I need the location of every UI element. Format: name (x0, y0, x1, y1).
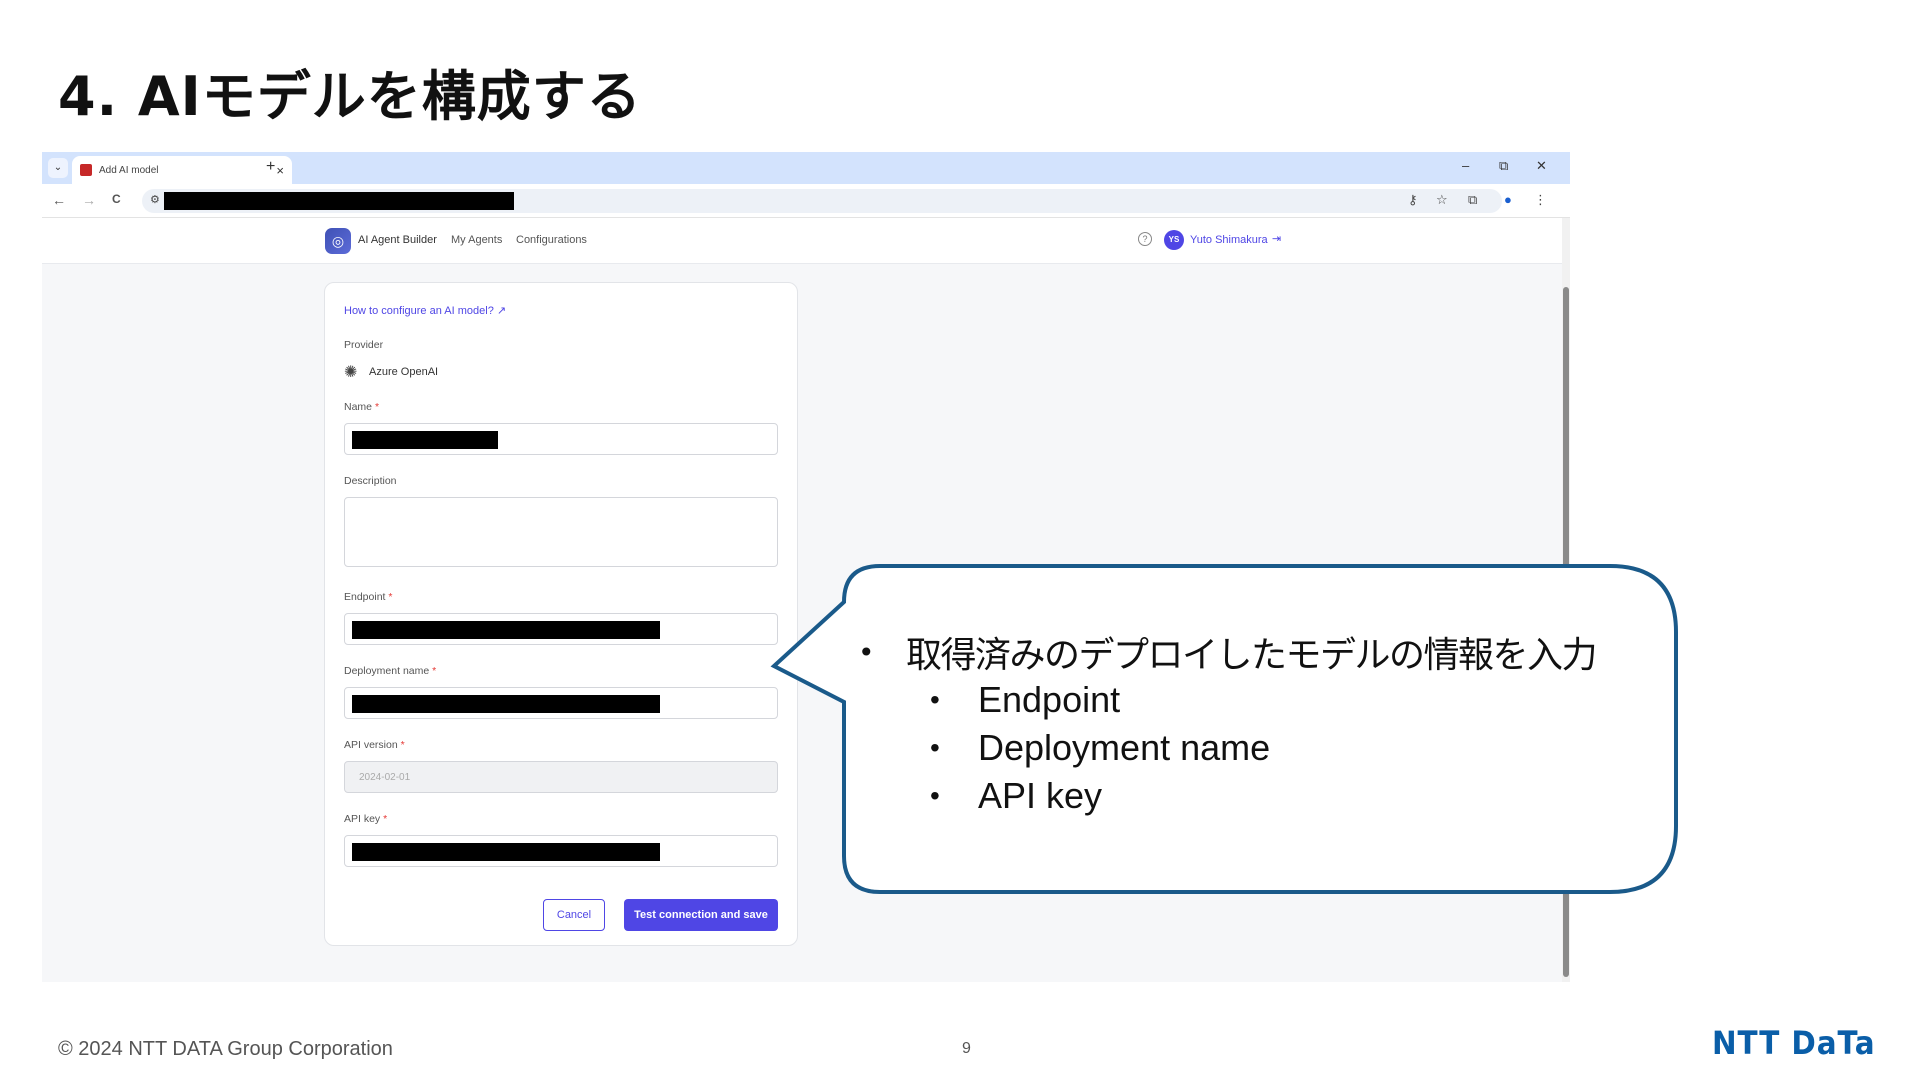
window-close-icon[interactable]: ✕ (1536, 158, 1547, 174)
browser-tab-bar: ⌄ Add AI model × + – ⧉ ✕ (42, 152, 1570, 184)
site-settings-icon[interactable]: ⚙ (150, 193, 160, 206)
extensions-icon[interactable]: ⧉ (1468, 192, 1477, 208)
description-label: Description (344, 475, 397, 487)
restore-icon[interactable]: ⧉ (1499, 158, 1508, 174)
browser-toolbar: ← → C ⚙ ⚷ ☆ ⧉ ● ⋮ (42, 184, 1570, 218)
reload-icon[interactable]: C (112, 192, 121, 206)
help-link[interactable]: How to configure an AI model? ↗ (344, 304, 506, 317)
favicon-icon (80, 164, 92, 176)
redacted-value (352, 621, 660, 639)
callout-main: 取得済みのデプロイしたモデルの情報を入力 (906, 635, 1598, 676)
callout-item: • Endpoint (930, 679, 1121, 720)
cancel-button[interactable]: Cancel (543, 899, 605, 931)
bullet-icon: • (930, 684, 940, 715)
callout-text: • 取得済みのデプロイしたモデルの情報を入力 • Endpoint • Depl… (858, 628, 1598, 820)
ntt-data-logo: NTT DaTa (1712, 1024, 1876, 1062)
openai-icon: ✺ (344, 364, 358, 381)
help-icon[interactable]: ? (1138, 232, 1152, 246)
bullet-icon: • (930, 732, 940, 763)
api-key-field[interactable] (344, 835, 778, 867)
back-icon[interactable]: ← (52, 192, 66, 208)
avatar[interactable]: YS (1164, 230, 1184, 250)
api-version-label: API version * (344, 739, 405, 751)
redacted-value (352, 695, 660, 713)
user-name[interactable]: Yuto Shimakura (1190, 234, 1268, 246)
tab-title: Add AI model (99, 164, 159, 176)
description-field[interactable] (344, 497, 778, 567)
address-bar[interactable]: ⚙ (142, 189, 1502, 213)
callout-main-line: • 取得済みのデプロイしたモデルの情報を入力 (858, 628, 1598, 676)
app-logo-icon[interactable]: ◎ (325, 228, 351, 254)
endpoint-label: Endpoint * (344, 591, 393, 603)
copyright: © 2024 NTT DATA Group Corporation (58, 1038, 393, 1060)
deployment-name-label: Deployment name * (344, 665, 437, 677)
provider-label: Provider (344, 339, 384, 351)
callout-item: • API key (930, 775, 1103, 816)
redacted-url (164, 192, 514, 210)
minimize-icon[interactable]: – (1462, 158, 1469, 173)
more-icon[interactable]: ⋮ (1534, 192, 1547, 208)
logout-icon[interactable]: ⇥ (1272, 232, 1281, 245)
api-version-value: 2024-02-01 (359, 772, 411, 783)
bullet-icon: • (930, 780, 940, 811)
nav-my-agents[interactable]: My Agents (451, 234, 502, 246)
app-header: ◎ AI Agent Builder My Agents Configurati… (42, 218, 1562, 264)
test-connection-save-button[interactable]: Test connection and save (624, 899, 778, 931)
redacted-value (352, 431, 498, 449)
nav-configurations[interactable]: Configurations (516, 234, 587, 246)
close-tab-icon[interactable]: × (276, 163, 284, 178)
star-icon[interactable]: ☆ (1436, 192, 1448, 208)
new-tab-button[interactable]: + (266, 158, 275, 176)
browser-tab[interactable]: Add AI model × (72, 156, 292, 184)
page-number: 9 (962, 1040, 971, 1057)
deployment-name-field[interactable] (344, 687, 778, 719)
slide-title: 4. AIモデルを構成する (58, 65, 642, 128)
provider-value: Azure OpenAI (369, 366, 439, 378)
redacted-value (352, 843, 660, 861)
bullet-icon: • (858, 635, 875, 669)
api-version-field: 2024-02-01 (344, 761, 778, 793)
key-icon[interactable]: ⚷ (1408, 192, 1418, 208)
forward-icon[interactable]: → (82, 192, 96, 208)
profile-icon[interactable]: ● (1504, 192, 1512, 207)
brand-name[interactable]: AI Agent Builder (358, 234, 437, 246)
chevron-down-icon[interactable]: ⌄ (48, 158, 68, 178)
endpoint-field[interactable] (344, 613, 778, 645)
name-label: Name * (344, 401, 380, 413)
api-key-label: API key * (344, 813, 388, 825)
callout-item: • Deployment name (930, 727, 1271, 768)
name-field[interactable] (344, 423, 778, 455)
add-model-form: How to configure an AI model? ↗ Provider… (324, 282, 798, 946)
